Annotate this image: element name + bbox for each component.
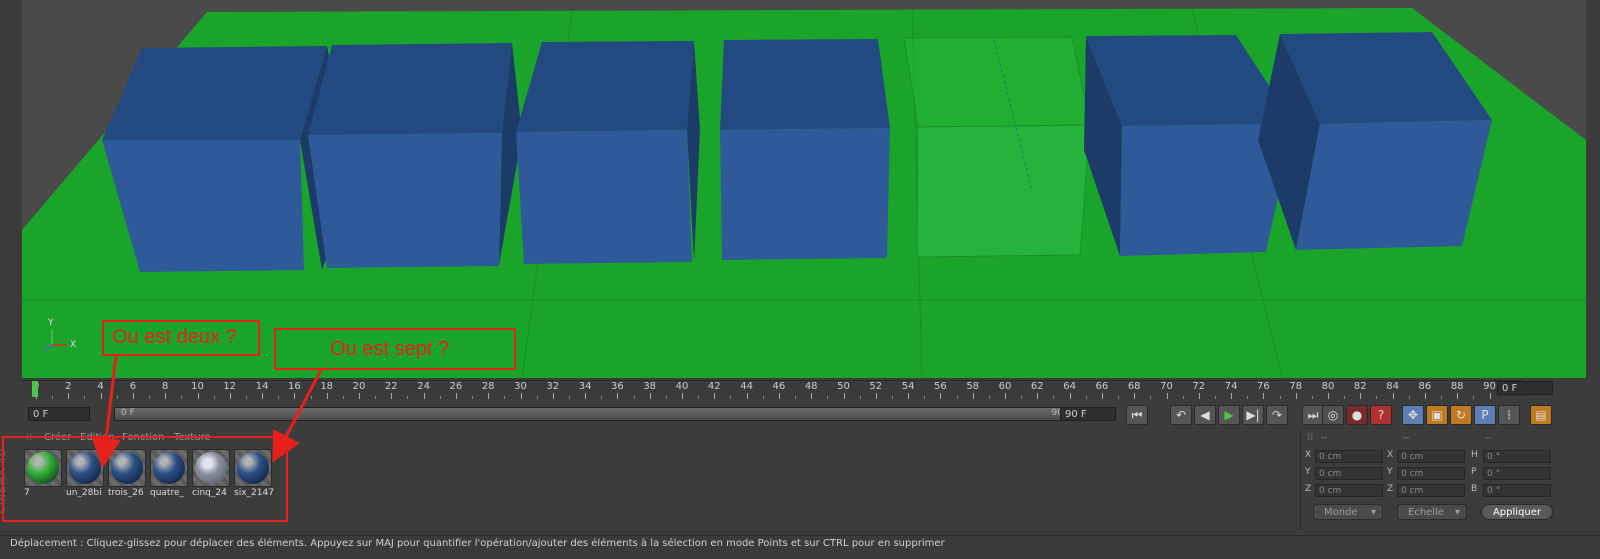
annotation-arrows [91, 355, 324, 468]
arrow-deux [91, 355, 122, 468]
arrow-sept [272, 367, 324, 463]
